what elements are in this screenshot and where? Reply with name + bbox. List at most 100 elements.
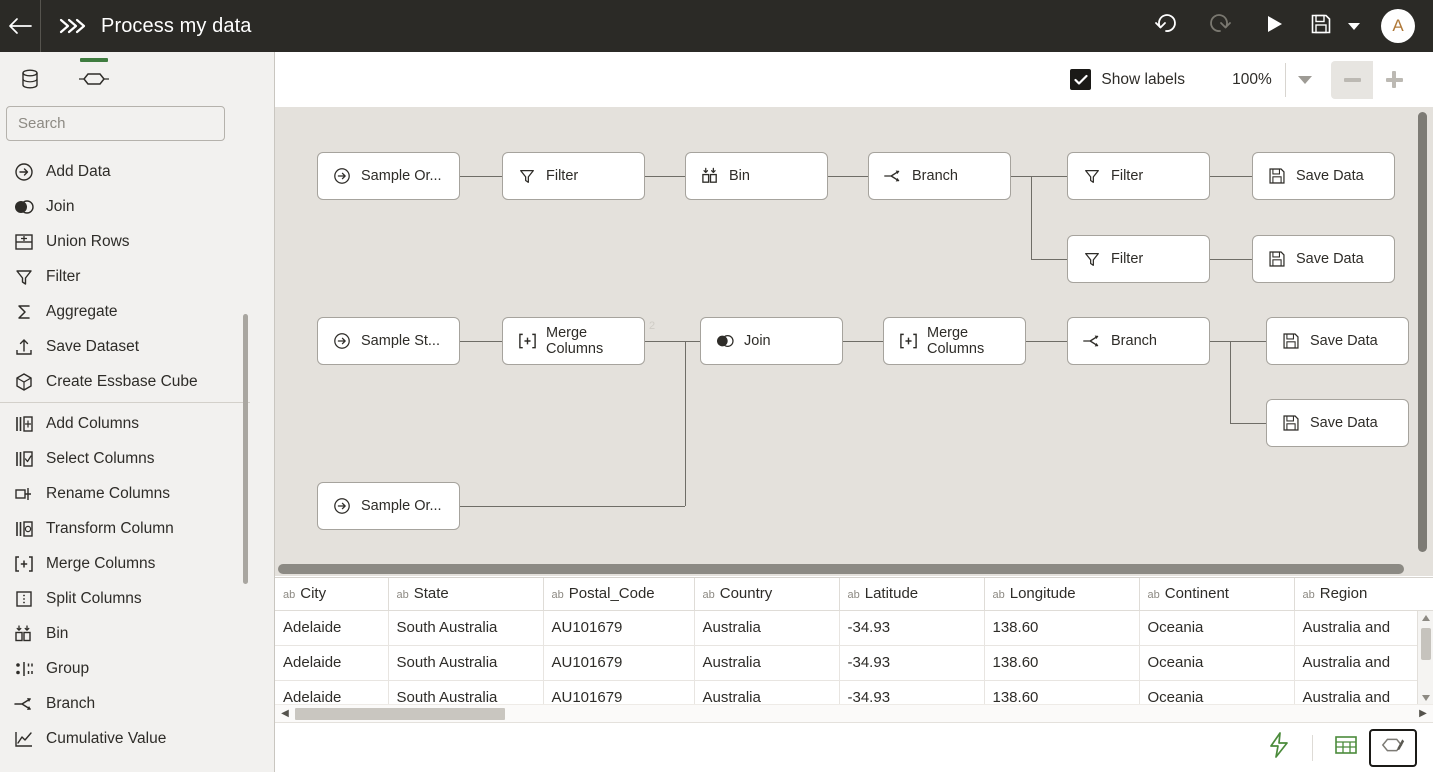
sidebar-item-cumulative-value[interactable]: Cumulative Value bbox=[0, 721, 274, 756]
cell: -34.93 bbox=[839, 680, 985, 704]
cell: AU101679 bbox=[543, 680, 695, 704]
sidebar-item-save-dataset[interactable]: Save Dataset bbox=[0, 329, 274, 364]
play-icon bbox=[1263, 13, 1285, 40]
column-header-region[interactable]: ab Region bbox=[1294, 578, 1433, 611]
flow-node-filter-2[interactable]: Filter bbox=[1067, 152, 1210, 200]
sidebar-item-label: Union Rows bbox=[46, 232, 130, 250]
scrollbar-thumb[interactable] bbox=[295, 707, 505, 720]
connector bbox=[843, 341, 883, 342]
zoom-dropdown-button[interactable] bbox=[1285, 62, 1323, 97]
sidebar-item-aggregate[interactable]: Aggregate bbox=[0, 294, 274, 329]
scrollbar-thumb[interactable] bbox=[278, 564, 1404, 574]
flow-node-merge-columns-2[interactable]: Merge Columns bbox=[883, 317, 1026, 365]
column-header-continent[interactable]: ab Continent bbox=[1139, 578, 1295, 611]
scrollbar-track[interactable] bbox=[295, 707, 1413, 720]
canvas-vertical-scrollbar[interactable] bbox=[1418, 112, 1427, 552]
column-header-state[interactable]: ab State bbox=[388, 578, 544, 611]
sidebar-item-filter[interactable]: Filter bbox=[0, 259, 274, 294]
scrollbar-thumb[interactable] bbox=[1421, 628, 1431, 660]
sidebar-tab-data[interactable] bbox=[10, 64, 50, 98]
sidebar-item-create-essbase-cube[interactable]: Create Essbase Cube bbox=[0, 364, 274, 399]
flow-node-filter-3[interactable]: Filter bbox=[1067, 235, 1210, 283]
column-header-latitude[interactable]: ab Latitude bbox=[839, 578, 985, 611]
flow-node-join[interactable]: Join bbox=[700, 317, 843, 365]
zoom-out-button[interactable] bbox=[1331, 60, 1373, 99]
flow-node-save-data-3[interactable]: Save Data bbox=[1266, 317, 1409, 365]
sidebar-item-rename-columns[interactable]: Rename Columns bbox=[0, 476, 274, 511]
connector bbox=[1031, 259, 1067, 260]
sidebar-item-label: Save Dataset bbox=[46, 337, 140, 355]
table-row[interactable]: Adelaide South Australia AU101679 Austra… bbox=[275, 645, 1433, 681]
sidebar-item-merge-columns[interactable]: Merge Columns bbox=[0, 546, 274, 581]
sidebar-item-select-columns[interactable]: Select Columns bbox=[0, 441, 274, 476]
sidebar-item-group[interactable]: Group bbox=[0, 651, 274, 686]
sidebar-item-label: Filter bbox=[46, 267, 81, 285]
double-chevron-right-icon[interactable] bbox=[41, 0, 101, 52]
save-dropdown-button[interactable] bbox=[1341, 0, 1367, 52]
table-row[interactable]: Adelaide South Australia AU101679 Austra… bbox=[275, 680, 1433, 704]
join-circles-icon bbox=[13, 196, 35, 218]
graph-view-button[interactable] bbox=[1369, 728, 1417, 767]
table-view-button[interactable] bbox=[1323, 730, 1369, 766]
connector bbox=[1210, 259, 1252, 260]
lightning-button[interactable] bbox=[1256, 730, 1302, 766]
avatar[interactable]: A bbox=[1381, 9, 1415, 43]
column-header-city[interactable]: ab City bbox=[275, 578, 389, 611]
column-header-country[interactable]: ab Country bbox=[694, 578, 840, 611]
scroll-right-icon[interactable]: ▶ bbox=[1413, 708, 1433, 719]
scroll-up-icon[interactable] bbox=[1422, 615, 1430, 621]
cumulative-value-icon bbox=[13, 728, 35, 750]
run-button[interactable] bbox=[1247, 0, 1301, 52]
cell: Australia bbox=[694, 680, 840, 704]
cell: South Australia bbox=[388, 645, 544, 681]
flow-node-save-data-1[interactable]: Save Data bbox=[1252, 152, 1395, 200]
table-vertical-scrollbar[interactable] bbox=[1417, 611, 1433, 704]
sidebar-item-split-columns[interactable]: Split Columns bbox=[0, 581, 274, 616]
back-button[interactable] bbox=[0, 0, 41, 52]
flow-node-branch-1[interactable]: Branch bbox=[868, 152, 1011, 200]
divider bbox=[1312, 734, 1313, 761]
scroll-down-icon[interactable] bbox=[1422, 695, 1430, 701]
connector bbox=[1210, 176, 1252, 177]
flow-node-filter-1[interactable]: Filter bbox=[502, 152, 645, 200]
canvas-horizontal-scrollbar[interactable] bbox=[275, 562, 1433, 576]
flow-node-sample-order[interactable]: Sample Or... bbox=[317, 152, 460, 200]
column-header-label: State bbox=[413, 585, 449, 603]
flow-node-branch-2[interactable]: Branch bbox=[1067, 317, 1210, 365]
scroll-left-icon[interactable]: ◀ bbox=[275, 708, 295, 719]
flow-node-label: Branch bbox=[1111, 332, 1157, 349]
flow-node-sample-order-2[interactable]: Sample Or... bbox=[317, 482, 460, 530]
sidebar-item-transform-column[interactable]: Transform Column bbox=[0, 511, 274, 546]
sidebar-item-add-columns[interactable]: Add Columns bbox=[0, 406, 274, 441]
sidebar-item-join[interactable]: Join bbox=[0, 189, 274, 224]
flow-node-save-data-4[interactable]: Save Data bbox=[1266, 399, 1409, 447]
sidebar-item-union-rows[interactable]: Union Rows bbox=[0, 224, 274, 259]
table-horizontal-scrollbar[interactable]: ◀ ▶ bbox=[275, 704, 1433, 722]
flow-node-sample-store[interactable]: Sample St... bbox=[317, 317, 460, 365]
undo-button[interactable] bbox=[1139, 0, 1193, 52]
checkbox-checked-icon[interactable] bbox=[1070, 69, 1092, 90]
column-header-postal-code[interactable]: ab Postal_Code bbox=[543, 578, 695, 611]
sidebar-item-bin[interactable]: Bin bbox=[0, 616, 274, 651]
save-button[interactable] bbox=[1301, 0, 1341, 52]
table-row[interactable]: Adelaide South Australia AU101679 Austra… bbox=[275, 610, 1433, 646]
sidebar-tab-steps[interactable] bbox=[74, 58, 114, 98]
flow-node-bin[interactable]: Bin bbox=[685, 152, 828, 200]
search-input[interactable] bbox=[6, 106, 225, 141]
connector bbox=[645, 176, 685, 177]
flow-node-merge-columns-1[interactable]: Merge Columns bbox=[502, 317, 645, 365]
flow-canvas[interactable]: Sample Or... Filter Bin Branch Filter Sa… bbox=[275, 107, 1433, 562]
redo-button[interactable] bbox=[1193, 0, 1247, 52]
column-header-longitude[interactable]: ab Longitude bbox=[984, 578, 1140, 611]
sidebar-item-branch[interactable]: Branch bbox=[0, 686, 274, 721]
flow-node-save-data-2[interactable]: Save Data bbox=[1252, 235, 1395, 283]
show-labels-toggle[interactable]: Show labels bbox=[1070, 69, 1185, 90]
sidebar-item-label: Split Columns bbox=[46, 589, 142, 607]
sidebar-item-add-data[interactable]: Add Data bbox=[0, 154, 274, 189]
sidebar-scrollbar[interactable] bbox=[243, 314, 248, 584]
sidebar-divider bbox=[0, 402, 250, 403]
node-edit-icon bbox=[1380, 735, 1406, 760]
branch-icon bbox=[13, 693, 35, 715]
floppy-icon bbox=[1310, 13, 1332, 40]
zoom-in-button[interactable] bbox=[1373, 61, 1415, 99]
